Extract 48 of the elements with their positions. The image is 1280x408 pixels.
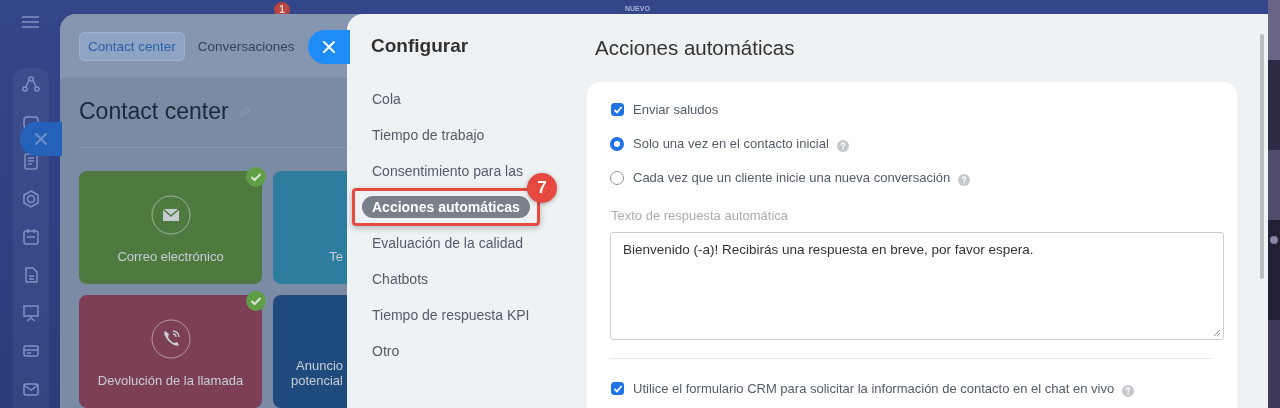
help-icon[interactable] [1122, 385, 1135, 397]
calendar-icon[interactable] [22, 228, 40, 246]
close-button[interactable] [20, 122, 62, 156]
page-title: Contact center [79, 98, 229, 125]
resize-handle-icon[interactable] [1213, 329, 1221, 337]
radio-label: Solo una vez en el contacto inicial [633, 135, 829, 153]
close-button[interactable] [308, 30, 350, 64]
nav-item[interactable]: Consentimiento para las [372, 160, 523, 182]
step-badge: 7 [527, 173, 557, 203]
file-icon[interactable] [22, 266, 40, 284]
panel-title: Configurar [371, 34, 470, 58]
checkbox[interactable] [611, 382, 624, 395]
card-label: Correo electrónico [117, 249, 224, 264]
radio-button[interactable] [610, 137, 624, 151]
nodes-icon[interactable] [22, 76, 40, 94]
nav-item[interactable]: Tiempo de trabajo [372, 124, 485, 146]
checkbox-label: Utilice el formulario CRM para solicitar la información de contacto en el chat en vivo [633, 380, 1115, 398]
checkbox[interactable] [611, 103, 624, 116]
section-title: Acciones automáticas [595, 35, 796, 61]
menu-icon[interactable] [22, 16, 39, 28]
checkbox-label: Enviar saludos [633, 101, 719, 119]
nav-item[interactable]: Acciones automáticas [362, 196, 530, 218]
nav-item[interactable]: Cola [372, 88, 401, 110]
hexagon-icon[interactable] [22, 190, 40, 208]
scrollbar-thumb[interactable] [1260, 34, 1264, 279]
panel-tab[interactable]: Conversaciones [196, 31, 296, 61]
document-icon[interactable] [22, 152, 40, 170]
nav-item[interactable]: Otro [372, 340, 400, 362]
card-label: Devolución de la llamada [97, 373, 244, 388]
channel-card[interactable]: Anuncio potencial [273, 295, 347, 408]
close-icon [35, 133, 47, 145]
card-label: Anuncio potencial [290, 358, 343, 388]
help-icon[interactable] [836, 140, 849, 152]
reply-text-field[interactable]: Bienvenido (-a)! Recibirás una respuesta en breve, por favor espera. [610, 232, 1224, 340]
nav-item[interactable]: Chatbots [372, 268, 429, 290]
help-icon[interactable] [958, 174, 971, 186]
nav-item[interactable]: Evaluación de la calidad [372, 232, 523, 254]
field-label: Texto de respuesta automática [611, 208, 789, 224]
envelope-icon[interactable] [22, 380, 40, 398]
radio-label: Cada vez que un cliente inicie una nueva conversación [633, 169, 951, 187]
card-label: Te [329, 249, 343, 264]
envelope-icon [150, 195, 191, 235]
card-icon[interactable] [22, 342, 40, 360]
radio-button[interactable] [610, 171, 624, 185]
phone-icon [150, 319, 191, 359]
presentation-icon[interactable] [22, 304, 40, 322]
close-icon [323, 41, 335, 53]
nav-item[interactable]: Tiempo de respuesta KPI [372, 304, 530, 326]
